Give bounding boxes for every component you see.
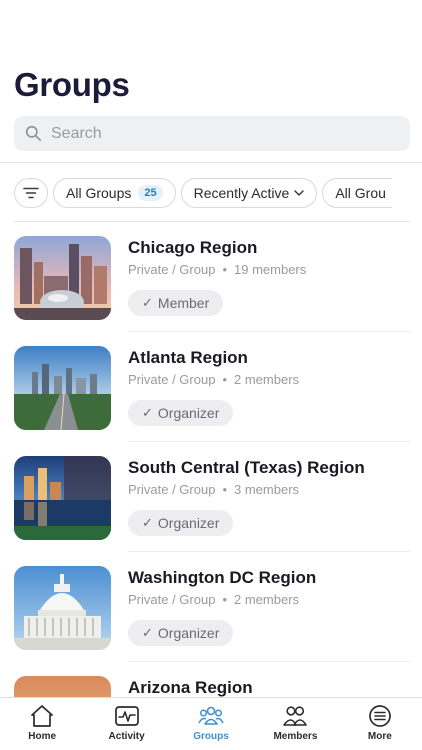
group-meta: Private / Group • 19 members — [128, 262, 306, 277]
group-row-washington-dc[interactable]: Washington DC Region Private / Group • 2 m… — [0, 552, 422, 662]
sort-dropdown[interactable]: Recently Active — [180, 178, 318, 208]
members-icon — [283, 706, 308, 726]
group-meta: Private / Group • 2 members — [128, 592, 299, 607]
sort-label: Recently Active — [193, 185, 290, 201]
tab-groups-label: Groups — [193, 731, 229, 742]
group-name: Atlanta Region — [128, 348, 248, 367]
group-name: Washington DC Region — [128, 568, 317, 587]
filter-bar: All Groups 25 Recently Active All Grou — [14, 178, 393, 208]
search-bar[interactable] — [14, 116, 410, 151]
group-thumbnail-atlanta — [14, 346, 111, 430]
check-icon: ✓ — [142, 515, 153, 530]
group-count-badge: 25 — [138, 185, 163, 201]
role-badge: ✓ Member — [128, 290, 224, 316]
group-type: Private / Group — [128, 482, 216, 497]
activity-icon — [114, 706, 139, 726]
search-icon — [25, 125, 42, 142]
role-label: Organizer — [157, 625, 220, 641]
separator-dot: • — [222, 592, 227, 607]
role-label: Organizer — [157, 515, 220, 531]
check-icon: ✓ — [142, 625, 153, 640]
all-groups-chip[interactable]: All Groups 25 — [53, 178, 176, 208]
tab-activity[interactable]: Activity — [84, 698, 168, 750]
header-divider — [0, 162, 422, 163]
group-thumbnail-washington-dc — [14, 566, 111, 650]
group-row-arizona[interactable]: Arizona Region — [0, 662, 422, 697]
search-input[interactable] — [51, 124, 391, 143]
role-label: Organizer — [157, 405, 220, 421]
tab-more-label: More — [367, 731, 392, 742]
group-name: Arizona Region — [128, 678, 253, 697]
group-row-chicago[interactable]: Chicago Region Private / Group • 19 member… — [0, 222, 422, 332]
role-label: Member — [157, 295, 210, 311]
group-member-count: 3 members — [234, 482, 300, 497]
group-row-south-central[interactable]: South Central (Texas) Region Private / G… — [0, 442, 422, 552]
group-thumbnail-arizona — [14, 676, 111, 697]
group-type: Private / Group — [128, 262, 216, 277]
separator-dot: • — [222, 262, 227, 277]
group-name: Chicago Region — [128, 238, 258, 257]
group-type: Private / Group — [128, 592, 216, 607]
group-thumbnail-south-central — [14, 456, 111, 540]
page-title: Groups — [14, 66, 130, 103]
group-type: Private / Group — [128, 372, 216, 387]
bottom-tab-bar: Home Activity Groups Members More — [0, 697, 422, 750]
check-icon: ✓ — [142, 405, 153, 420]
more-icon — [368, 705, 391, 727]
tab-home-label: Home — [28, 731, 57, 742]
group-meta: Private / Group • 3 members — [128, 482, 299, 497]
filter-button[interactable] — [14, 178, 48, 208]
separator-dot: • — [222, 372, 227, 387]
group-row-atlanta[interactable]: Atlanta Region Private / Group • 2 members… — [0, 332, 422, 442]
role-badge: ✓ Organizer — [128, 620, 234, 646]
group-member-count: 19 members — [234, 262, 307, 277]
separator-dot: • — [222, 482, 227, 497]
chevron-down-icon — [294, 189, 305, 196]
filter-icon — [23, 187, 39, 199]
tab-members-label: Members — [273, 731, 318, 742]
tab-groups[interactable]: Groups — [169, 698, 253, 750]
all-groups-filter-chip[interactable]: All Grou — [322, 178, 393, 208]
all-groups-label: All Groups — [66, 185, 132, 201]
partial-chip-label: All Grou — [335, 185, 386, 201]
tab-activity-label: Activity — [108, 731, 145, 742]
role-badge: ✓ Organizer — [128, 400, 234, 426]
group-meta: Private / Group • 2 members — [128, 372, 299, 387]
check-icon: ✓ — [142, 295, 153, 310]
group-name: South Central (Texas) Region — [128, 458, 365, 477]
group-thumbnail-chicago — [14, 236, 111, 320]
tab-home[interactable]: Home — [0, 698, 84, 750]
home-icon — [31, 705, 54, 727]
tab-members[interactable]: Members — [253, 698, 337, 750]
groups-icon — [198, 706, 224, 725]
role-badge: ✓ Organizer — [128, 510, 234, 536]
group-member-count: 2 members — [234, 592, 300, 607]
group-member-count: 2 members — [234, 372, 300, 387]
tab-more[interactable]: More — [338, 698, 422, 750]
